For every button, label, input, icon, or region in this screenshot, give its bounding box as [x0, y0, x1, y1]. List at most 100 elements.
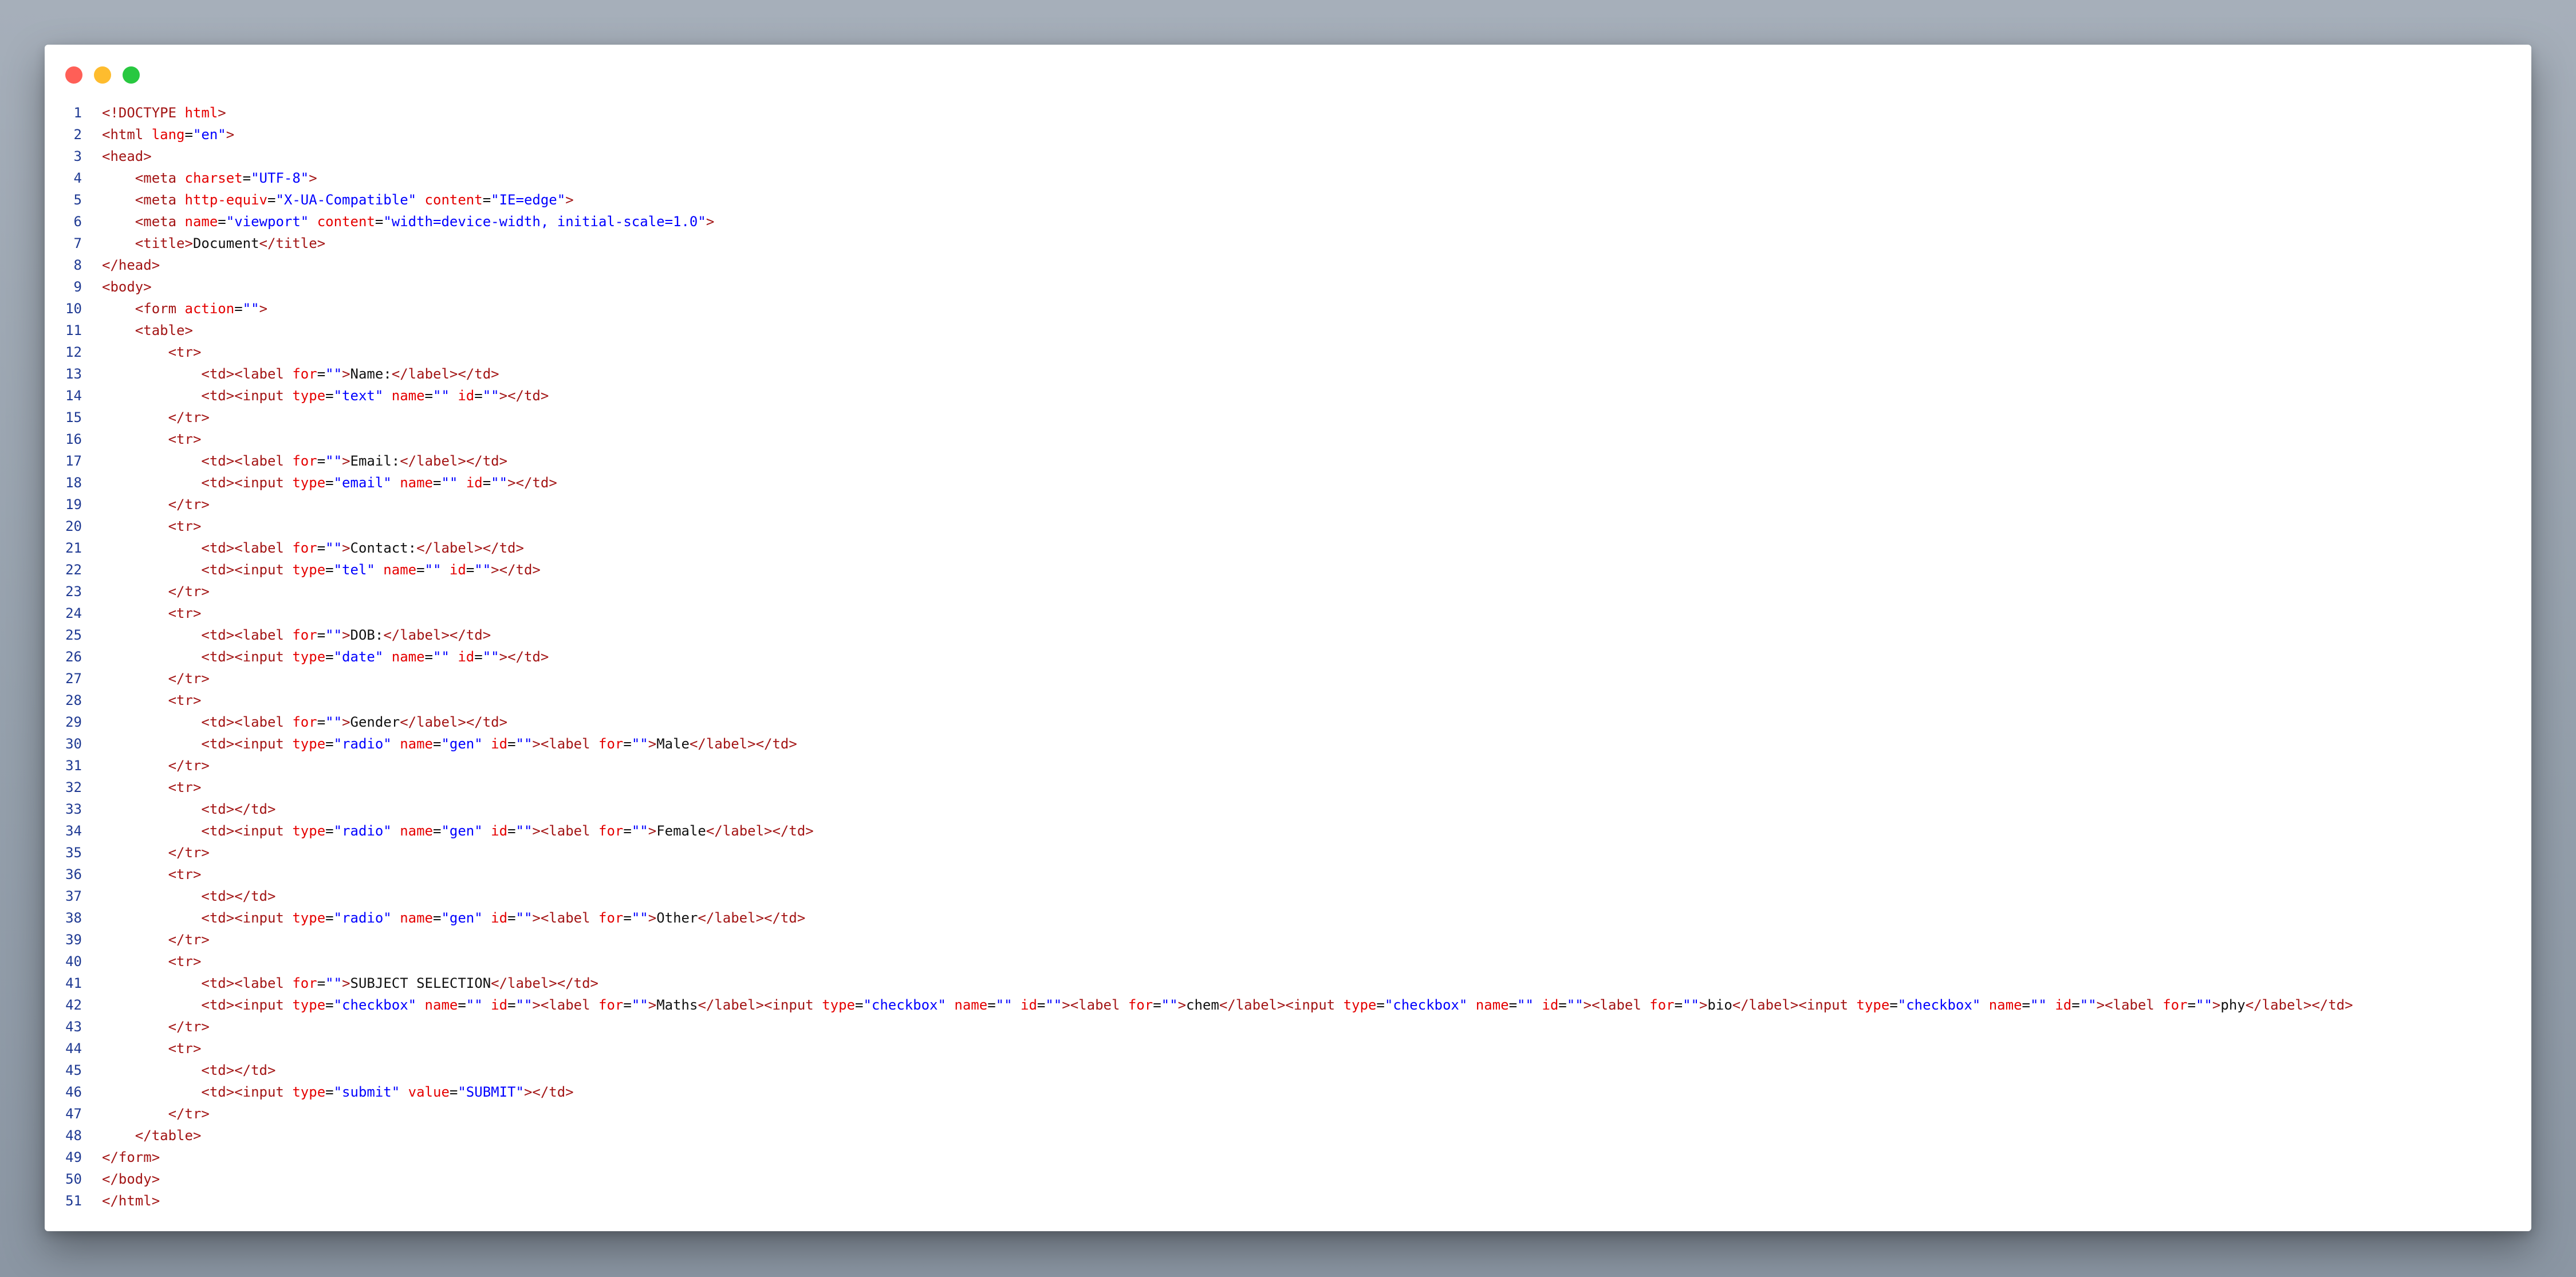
code-tag-token: ><label: [532, 736, 599, 752]
code-tag-token: <td><input: [201, 649, 293, 665]
code-text: </tr>: [102, 1106, 210, 1122]
code-text: <tr>: [102, 1040, 202, 1057]
maximize-button[interactable]: [123, 66, 140, 84]
code-value-token: "gen": [441, 910, 483, 926]
code-text-token: =: [2071, 997, 2080, 1013]
line-number: 26: [65, 649, 82, 665]
code-value-token: "": [631, 997, 648, 1013]
code-editor[interactable]: 1 <!DOCTYPE html> 2 <html lang="en"> 3 <head>…: [45, 102, 2353, 1212]
code-tag-token: >: [309, 170, 317, 186]
code-text: </tr>: [102, 845, 210, 861]
code-line: 47 </tr>: [45, 1103, 2353, 1125]
code-text: </html>: [102, 1193, 160, 1209]
code-value-token: "date": [333, 649, 384, 665]
line-number: 8: [73, 257, 82, 273]
code-attribute-token: type: [292, 736, 326, 752]
code-tag-token: <td><label: [201, 540, 293, 556]
code-tag-token: <meta: [135, 192, 185, 208]
code-tag-token: ><label: [532, 823, 599, 839]
code-text-token: =: [1376, 997, 1385, 1013]
code-tag-token: ><label: [532, 997, 599, 1013]
code-attribute-token: name: [184, 214, 218, 230]
code-line: 1 <!DOCTYPE html>: [45, 102, 2353, 124]
code-tag-token: </head>: [102, 257, 160, 273]
close-button[interactable]: [65, 66, 82, 84]
line-number: 34: [65, 823, 82, 839]
line-number: 13: [65, 366, 82, 382]
code-text-token: =: [482, 475, 491, 491]
code-line: 2 <html lang="en">: [45, 124, 2353, 145]
code-value-token: "SUBMIT": [458, 1084, 524, 1100]
code-tag-token: </label></td>: [698, 910, 806, 926]
code-tag-token: <html: [102, 127, 152, 143]
code-tag-token: >: [2212, 997, 2221, 1013]
code-value-token: "": [1683, 997, 1699, 1013]
line-number: 25: [65, 627, 82, 643]
code-value-token: "": [433, 649, 450, 665]
code-tag-token: <!DOCTYPE: [102, 105, 185, 121]
code-tag-token: >: [565, 192, 574, 208]
code-value-token: "": [482, 388, 499, 404]
code-text: </tr>: [102, 758, 210, 774]
code-text-token: chem: [1186, 997, 1219, 1013]
line-number: 49: [65, 1149, 82, 1165]
code-text-token: =: [507, 823, 516, 839]
code-tag-token: </label></td>: [706, 823, 814, 839]
code-tag-token: <td><label: [201, 453, 293, 469]
code-tag-token: <td></td>: [201, 801, 276, 817]
code-tag-token: ><label: [2096, 997, 2163, 1013]
code-text-token: =: [474, 388, 483, 404]
code-attribute-token: for: [598, 910, 624, 926]
code-text: </tr>: [102, 932, 210, 948]
code-line: 12 <tr>: [45, 341, 2353, 363]
code-value-token: "": [2030, 997, 2047, 1013]
code-text-token: =: [449, 1084, 458, 1100]
code-value-token: "text": [333, 388, 384, 404]
code-text-token: =: [325, 562, 334, 578]
code-line: 21 <td><label for="">Contact:</label></t…: [45, 537, 2353, 559]
code-tag-token: >: [648, 997, 657, 1013]
code-attribute-token: type: [822, 997, 855, 1013]
code-tag-token: <table>: [135, 322, 193, 338]
code-line: 9 <body>: [45, 276, 2353, 298]
code-tag-token: >: [648, 736, 657, 752]
line-number: 35: [65, 845, 82, 861]
code-text: <table>: [102, 322, 193, 338]
code-attribute-token: for: [598, 997, 624, 1013]
line-number: 3: [73, 148, 82, 164]
line-number: 17: [65, 453, 82, 469]
line-number: 51: [65, 1193, 82, 1209]
code-attribute-token: id: [491, 910, 508, 926]
code-line: 43 </tr>: [45, 1016, 2353, 1038]
code-value-token: "radio": [333, 736, 392, 752]
minimize-button[interactable]: [94, 66, 111, 84]
line-number: 12: [65, 344, 82, 360]
code-tag-token: </label></td>: [400, 714, 508, 730]
code-text-token: =: [854, 997, 864, 1013]
code-value-token: "X-UA-Compatible": [275, 192, 417, 208]
code-tag-token: >: [342, 975, 350, 991]
code-tag-token: ></td>: [491, 562, 541, 578]
code-tag-token: </tr>: [168, 584, 210, 600]
code-line: 40 <tr>: [45, 951, 2353, 972]
line-number: 14: [65, 388, 82, 404]
code-attribute-token: charset: [184, 170, 243, 186]
code-text-token: =: [987, 997, 996, 1013]
code-attribute-token: name: [400, 475, 433, 491]
code-attribute-token: value: [408, 1084, 450, 1100]
line-number: 16: [65, 431, 82, 447]
code-text: <td><input type="radio" name="gen" id=""…: [102, 736, 797, 752]
code-text: <meta http-equiv="X-UA-Compatible" conte…: [102, 192, 574, 208]
code-text: </tr>: [102, 671, 210, 687]
